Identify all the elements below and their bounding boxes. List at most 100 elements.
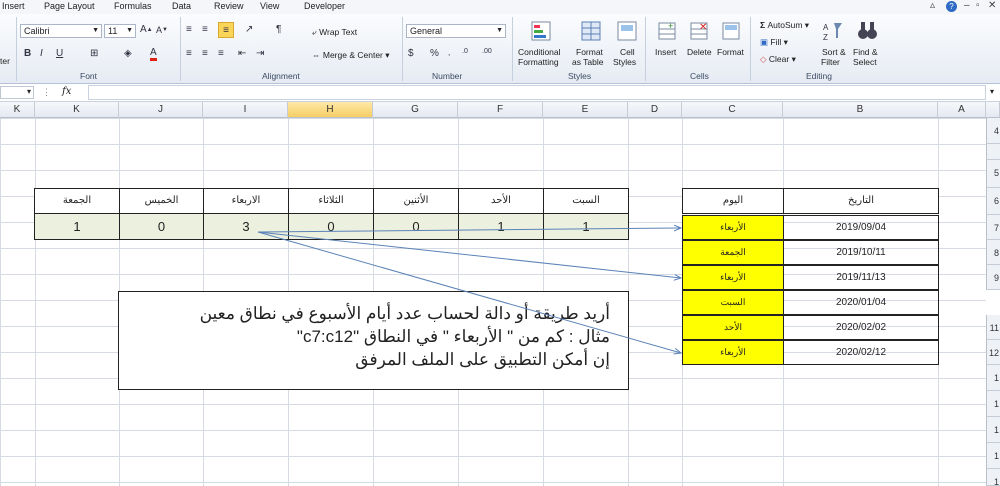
column-header-H[interactable]: H — [288, 102, 373, 118]
menu-insert[interactable]: Insert — [2, 1, 25, 11]
currency-icon[interactable]: $ — [408, 48, 414, 59]
menu-developer[interactable]: Developer — [304, 1, 345, 11]
day-header-wednesday[interactable]: الاربعاء — [203, 188, 289, 214]
day-cell-c7[interactable]: الأربعاء — [682, 215, 784, 240]
day-cell-c11[interactable]: الأحد — [682, 315, 784, 340]
select-all-corner[interactable] — [986, 102, 1000, 118]
font-color-icon[interactable]: A — [150, 47, 157, 61]
increase-decimal-icon[interactable]: .0 — [462, 48, 468, 55]
conditional-formatting-icon[interactable] — [530, 20, 552, 42]
shrink-font-icon[interactable]: A ▼ — [156, 25, 168, 35]
date-column-header[interactable]: التاريخ — [783, 188, 939, 214]
menu-view[interactable]: View — [260, 1, 279, 11]
window-close-icon[interactable]: ✕ — [988, 0, 996, 11]
decrease-indent-icon[interactable]: ⇤ — [238, 48, 246, 59]
column-header-B[interactable]: B — [783, 102, 938, 118]
day-count-wednesday[interactable]: 3 — [203, 213, 289, 240]
row-header[interactable]: 1 — [986, 417, 1000, 443]
number-format-combo[interactable]: General ▼ — [406, 24, 506, 38]
formula-input[interactable] — [88, 85, 986, 100]
clear-button[interactable]: ◇ Clear ▾ — [760, 54, 796, 65]
date-cell-b9[interactable]: 2019/11/13 — [783, 265, 939, 290]
column-header-F[interactable]: F — [458, 102, 543, 118]
day-cell-c9[interactable]: الأربعاء — [682, 265, 784, 290]
menu-data[interactable]: Data — [172, 1, 191, 11]
row-header[interactable]: 9 — [986, 265, 1000, 290]
align-left-icon[interactable]: ≡ — [186, 48, 192, 59]
menu-page-layout[interactable]: Page Layout — [44, 1, 95, 11]
row-header[interactable]: 7 — [986, 215, 1000, 240]
day-count-monday[interactable]: 0 — [373, 213, 459, 240]
align-middle-icon[interactable]: ≡ — [202, 24, 208, 35]
underline-icon[interactable]: U — [56, 48, 63, 59]
find-select-icon[interactable] — [856, 20, 878, 42]
row-header[interactable]: 1 — [986, 391, 1000, 417]
day-header-friday[interactable]: الجمعة — [34, 188, 120, 214]
day-count-tuesday[interactable]: 0 — [288, 213, 374, 240]
row-header[interactable] — [986, 144, 1000, 160]
day-count-thursday[interactable]: 0 — [119, 213, 204, 240]
day-count-sunday[interactable]: 1 — [458, 213, 544, 240]
row-header[interactable]: 11 — [986, 315, 1000, 340]
row-header[interactable]: 6 — [986, 188, 1000, 215]
sort-filter-icon[interactable]: AZ — [822, 20, 844, 42]
autosum-button[interactable]: Σ AutoSum ▾ — [760, 20, 809, 31]
rtl-text-direction-icon[interactable]: ¶ — [276, 24, 281, 35]
align-top-icon[interactable]: ≡ — [186, 24, 192, 35]
row-header[interactable]: 12 — [986, 340, 1000, 365]
row-header[interactable]: 8 — [986, 240, 1000, 265]
day-header-monday[interactable]: الأثنين — [373, 188, 459, 214]
day-cell-c12[interactable]: الأربعاء — [682, 340, 784, 365]
align-bottom-icon[interactable]: ≡ — [218, 22, 234, 38]
column-header-J[interactable]: J — [119, 102, 203, 118]
day-header-saturday[interactable]: السبت — [543, 188, 629, 214]
column-header-I[interactable]: I — [203, 102, 288, 118]
decrease-decimal-icon[interactable]: .00 — [482, 48, 492, 55]
row-header[interactable]: 1 — [986, 443, 1000, 469]
font-size-combo[interactable]: 11 ▼ — [104, 24, 136, 38]
insert-cells-icon[interactable]: + — [656, 20, 678, 42]
clipboard-painter-label[interactable]: ter — [0, 56, 10, 66]
fill-button[interactable]: ▣ Fill ▾ — [760, 37, 788, 48]
question-textbox[interactable]: أريد طريقة أو دالة لحساب عدد أيام الأسبو… — [118, 291, 629, 390]
column-header-E[interactable]: E — [543, 102, 628, 118]
format-as-table-icon[interactable] — [580, 20, 602, 42]
expand-formula-bar-icon[interactable]: ▾ — [990, 87, 994, 96]
fx-icon[interactable]: fx — [62, 86, 71, 97]
wrap-text-button[interactable]: ⤶ Wrap Text — [312, 27, 357, 38]
bold-icon[interactable]: B — [24, 48, 31, 59]
day-cell-c8[interactable]: الجمعة — [682, 240, 784, 265]
minimize-ribbon-icon[interactable]: ▵ — [930, 0, 935, 11]
date-cell-b11[interactable]: 2020/02/02 — [783, 315, 939, 340]
help-icon[interactable]: ? — [946, 1, 957, 12]
name-box[interactable]: ▾ — [0, 86, 34, 99]
percent-icon[interactable]: % — [430, 48, 439, 59]
window-minimize-icon[interactable]: – — [964, 0, 970, 11]
day-cell-c10[interactable]: السبت — [682, 290, 784, 315]
date-cell-b10[interactable]: 2020/01/04 — [783, 290, 939, 315]
window-restore-icon[interactable]: ▫ — [976, 0, 980, 11]
borders-icon[interactable]: ⊞ — [90, 48, 98, 59]
row-header[interactable]: 1 — [986, 365, 1000, 391]
grow-font-icon[interactable]: A ▲ — [140, 24, 153, 35]
row-header[interactable]: 5 — [986, 160, 1000, 188]
align-center-icon[interactable]: ≡ — [202, 48, 208, 59]
column-header-K[interactable]: K — [0, 102, 35, 118]
fill-color-icon[interactable]: ◈ — [124, 48, 132, 59]
row-header[interactable]: 4 — [986, 118, 1000, 144]
day-header-sunday[interactable]: الأحد — [458, 188, 544, 214]
font-name-combo[interactable]: Calibri ▼ — [20, 24, 102, 38]
increase-indent-icon[interactable]: ⇥ — [256, 48, 264, 59]
column-header-G[interactable]: G — [373, 102, 458, 118]
menu-review[interactable]: Review — [214, 1, 244, 11]
day-count-friday[interactable]: 1 — [34, 213, 120, 240]
date-cell-b12[interactable]: 2020/02/12 — [783, 340, 939, 365]
comma-style-icon[interactable]: , — [448, 48, 450, 57]
row-header[interactable]: 1 — [986, 469, 1000, 486]
day-header-tuesday[interactable]: الثلاثاء — [288, 188, 374, 214]
align-right-icon[interactable]: ≡ — [218, 48, 224, 59]
merge-center-button[interactable]: ⇔ Merge & Center ▾ — [312, 50, 390, 61]
day-column-header[interactable]: اليوم — [682, 188, 784, 214]
column-header-D[interactable]: D — [628, 102, 682, 118]
column-header-K-label[interactable]: K — [35, 102, 119, 118]
